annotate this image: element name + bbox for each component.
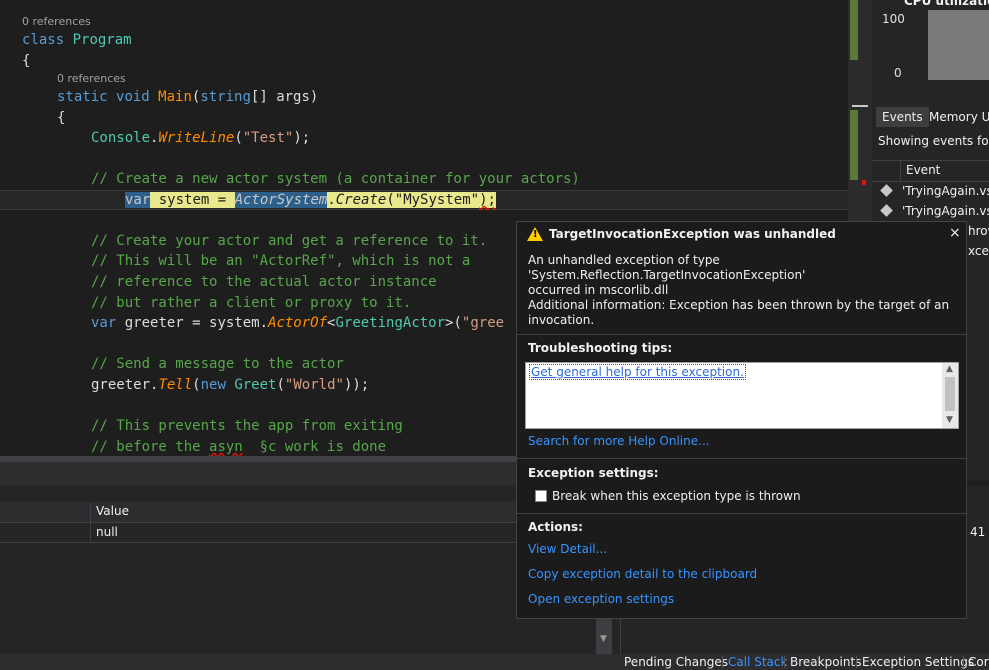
event-text-partial: hrow	[968, 224, 989, 238]
close-icon[interactable]: ×	[949, 225, 961, 241]
cpu-utilization-graph[interactable]	[928, 10, 989, 80]
copy-exception-detail-link[interactable]: Copy exception detail to the clipboard	[528, 567, 757, 581]
showing-events-label: Showing events for:	[878, 134, 989, 148]
line-number-readout: 41	[970, 525, 986, 539]
troubleshooting-tips-box[interactable]: Get general help for this exception. ▲ ▼	[525, 362, 959, 429]
code-comment[interactable]: // but rather a client or proxy to it.	[91, 293, 411, 313]
tips-scrollbar[interactable]: ▲ ▼	[942, 363, 958, 428]
tab-separator	[856, 656, 857, 668]
scroll-up-icon[interactable]: ▲	[946, 364, 953, 374]
break-on-exception-checkbox[interactable]	[535, 490, 547, 502]
troubleshooting-tips-label: Troubleshooting tips:	[528, 341, 673, 355]
section-divider	[517, 458, 966, 459]
code-line[interactable]: greeter.Tell(new Greet("World"));	[91, 375, 369, 395]
cpu-axis-max: 100	[882, 12, 905, 26]
tab-memory-usage[interactable]: Memory Us	[923, 107, 989, 127]
tab-exception-settings[interactable]: Exception Settings	[860, 654, 976, 670]
open-exception-settings-link[interactable]: Open exception settings	[528, 592, 674, 606]
scroll-thumb[interactable]	[945, 377, 955, 411]
code-line[interactable]: Console.WriteLine("Test");	[91, 128, 310, 148]
code-comment[interactable]: // before the asyn §c work is done	[91, 437, 386, 456]
view-detail-link[interactable]: View Detail...	[528, 542, 607, 556]
actions-label: Actions:	[528, 520, 583, 534]
value-column-header[interactable]: Value	[96, 504, 129, 518]
cpu-axis-min: 0	[894, 66, 902, 80]
event-row[interactable]: 'TryingAgain.vsh	[872, 202, 989, 222]
cpu-utilization-title: CPU utilization	[904, 0, 989, 8]
exception-settings-label: Exception settings:	[528, 466, 659, 480]
tab-separator	[722, 656, 723, 668]
tab-partial[interactable]: Cor	[966, 654, 989, 670]
section-divider	[517, 334, 966, 335]
code-comment[interactable]: // Create a new actor system (a containe…	[91, 169, 580, 189]
exception-description: An unhandled exception of type 'System.R…	[528, 253, 806, 297]
scrollbar-caret-marker	[852, 105, 868, 107]
event-row[interactable]: 'TryingAgain.vsh	[872, 182, 989, 202]
warning-icon: !	[527, 227, 543, 241]
scroll-down-icon[interactable]: ▼	[946, 415, 953, 425]
search-help-online-link[interactable]: Search for more Help Online...	[528, 434, 710, 448]
code-line[interactable]: {	[22, 51, 30, 71]
code-comment[interactable]: // Create your actor and get a reference…	[91, 231, 487, 251]
event-diamond-icon	[880, 184, 893, 197]
event-diamond-icon	[880, 204, 893, 217]
events-column-header[interactable]: Event	[872, 160, 989, 182]
code-line[interactable]: var greeter = system.ActorOf<GreetingAct…	[91, 313, 504, 333]
break-on-exception-label[interactable]: Break when this exception type is thrown	[552, 489, 801, 503]
code-comment[interactable]: // This will be an "ActorRef", which is …	[91, 251, 470, 271]
general-help-link[interactable]: Get general help for this exception.	[529, 364, 746, 380]
section-divider	[517, 513, 966, 514]
code-line[interactable]: static void Main(string[] args)	[57, 87, 318, 107]
tab-call-stack[interactable]: Call Stack	[726, 654, 789, 670]
tab-separator	[784, 656, 785, 668]
scrollbar-change-marker	[850, 110, 858, 180]
code-line-current-statement[interactable]: var system = ActorSystem.Create("MySyste…	[125, 190, 496, 210]
bottom-tab-strip: Pending Changes Call Stack Breakpoints E…	[0, 654, 989, 670]
cpu-axis	[908, 10, 929, 80]
scroll-down-icon[interactable]: ▼	[600, 634, 607, 644]
tab-breakpoints[interactable]: Breakpoints	[788, 654, 863, 670]
code-line[interactable]: {	[57, 108, 65, 128]
code-line[interactable]: class Program	[22, 30, 132, 50]
codelens-references[interactable]: 0 references	[22, 15, 91, 29]
code-comment[interactable]: // This prevents the app from exiting	[91, 416, 403, 436]
exception-helper-popup: ! TargetInvocationException was unhandle…	[516, 221, 967, 619]
event-text-partial: xcep	[968, 244, 989, 258]
tab-pending-changes[interactable]: Pending Changes	[622, 654, 730, 670]
code-comment[interactable]: // reference to the actual actor instanc…	[91, 272, 437, 292]
scrollbar-change-marker	[850, 0, 858, 60]
exception-title: TargetInvocationException was unhandled	[549, 227, 836, 241]
scrollbar-error-marker	[862, 180, 866, 185]
tab-separator	[963, 656, 964, 668]
code-comment[interactable]: // Send a message to the actor	[91, 354, 344, 374]
codelens-references[interactable]: 0 references	[57, 72, 126, 86]
exception-additional-info: Additional information: Exception has be…	[528, 298, 950, 327]
tab-events[interactable]: Events	[876, 107, 929, 127]
